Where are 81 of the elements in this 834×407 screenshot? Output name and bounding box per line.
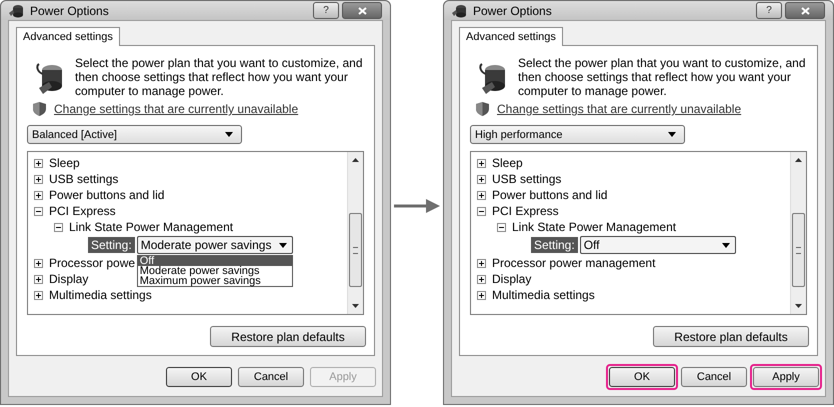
collapse-icon[interactable] [34,206,43,216]
tab[interactable]: Advanced settings [16,27,120,46]
dialog-button[interactable]: Cancel [238,367,304,387]
scroll-down-icon[interactable] [795,304,802,308]
dropdown-option[interactable]: Off [138,256,292,266]
expand-icon[interactable] [477,158,486,168]
dialog-button[interactable]: Cancel [681,367,747,387]
power-plug-icon [9,4,25,18]
restore-defaults-button[interactable]: Restore plan defaults [210,326,366,347]
setting-dropdown[interactable]: Off [580,236,736,254]
tree-item[interactable]: Multimedia settings [49,288,152,302]
setting-label: Setting: [88,237,135,253]
help-button[interactable]: ? [313,2,339,19]
close-icon [358,6,366,14]
scroll-thumb[interactable] [792,213,805,287]
dialog-button[interactable]: Apply [753,367,819,387]
tree-item[interactable]: USB settings [492,172,562,186]
tree-item[interactable]: Processor powe [49,256,136,270]
caret-icon [668,132,676,137]
scroll-thumb[interactable] [349,213,362,287]
scrollbar[interactable] [347,152,363,314]
battery-plug-icon [478,62,508,96]
tree-item[interactable]: Display [492,272,532,286]
setting-label: Setting: [531,237,578,253]
help-button[interactable]: ? [756,2,782,19]
expand-icon[interactable] [477,174,486,184]
collapse-icon[interactable] [497,222,506,232]
scrollbar[interactable] [790,152,806,314]
expand-icon[interactable] [477,190,486,200]
restore-defaults-button[interactable]: Restore plan defaults [653,326,809,347]
right-arrow-icon [394,198,440,214]
tree-item[interactable]: Link State Power Management [512,220,676,234]
description-text: Select the power plan that you want to customize, and then choose settings that reflect how you want your computer to manage power. [518,56,807,98]
change-settings-link[interactable]: Change settings that are currently unavailable [497,102,742,116]
scroll-down-icon[interactable] [352,304,359,308]
caret-icon [722,242,730,248]
dropdown-option[interactable]: Moderate power savings [138,266,292,276]
tree-item[interactable]: Processor power management [492,256,656,270]
scroll-up-icon[interactable] [795,158,802,162]
tree-item[interactable]: Display [49,272,88,286]
expand-icon[interactable] [34,190,43,200]
tree-item[interactable]: Link State Power Management [69,220,234,234]
change-settings-link[interactable]: Change settings that are currently unavailable [54,102,298,116]
expand-icon[interactable] [477,258,486,268]
tree-item[interactable]: Power buttons and lid [49,188,164,202]
expand-icon[interactable] [34,258,43,268]
expand-icon[interactable] [34,158,43,168]
shield-icon [33,102,46,116]
tree-item[interactable]: Multimedia settings [492,288,595,302]
scroll-up-icon[interactable] [352,158,359,162]
expand-icon[interactable] [34,174,43,184]
expand-icon[interactable] [34,274,43,284]
tab[interactable]: Advanced settings [459,27,563,46]
battery-plug-icon [35,62,65,96]
plan-dropdown[interactable]: High performance [470,125,685,144]
close-button[interactable] [785,2,825,19]
close-button[interactable] [342,2,382,19]
power-plug-icon [452,4,468,18]
caret-icon [225,132,233,137]
setting-dropdown[interactable]: Moderate power savings [136,236,293,254]
window-title: Power Options [473,4,553,18]
tree-item[interactable]: Sleep [492,156,523,170]
dialog-button[interactable]: OK [166,367,232,387]
expand-icon[interactable] [34,290,43,300]
collapse-icon[interactable] [477,206,486,216]
collapse-icon[interactable] [54,222,63,232]
tree-item[interactable]: PCI Express [492,204,559,218]
tree-item[interactable]: Sleep [49,156,80,170]
dialog-button[interactable]: OK [609,367,675,387]
shield-icon [476,102,489,116]
plan-dropdown[interactable]: Balanced [Active] [27,125,242,144]
window-title: Power Options [30,4,110,18]
tree-item[interactable]: PCI Express [49,204,116,218]
expand-icon[interactable] [477,274,486,284]
tree-item[interactable]: USB settings [49,172,118,186]
caret-icon [278,242,287,248]
expand-icon[interactable] [477,290,486,300]
tree-item[interactable]: Power buttons and lid [492,188,608,202]
dropdown-option[interactable]: Maximum power savings [138,276,292,286]
close-icon [800,6,810,14]
description-text: Select the power plan that you want to customize, and then choose settings that reflect how you want your computer to manage power. [75,56,364,98]
